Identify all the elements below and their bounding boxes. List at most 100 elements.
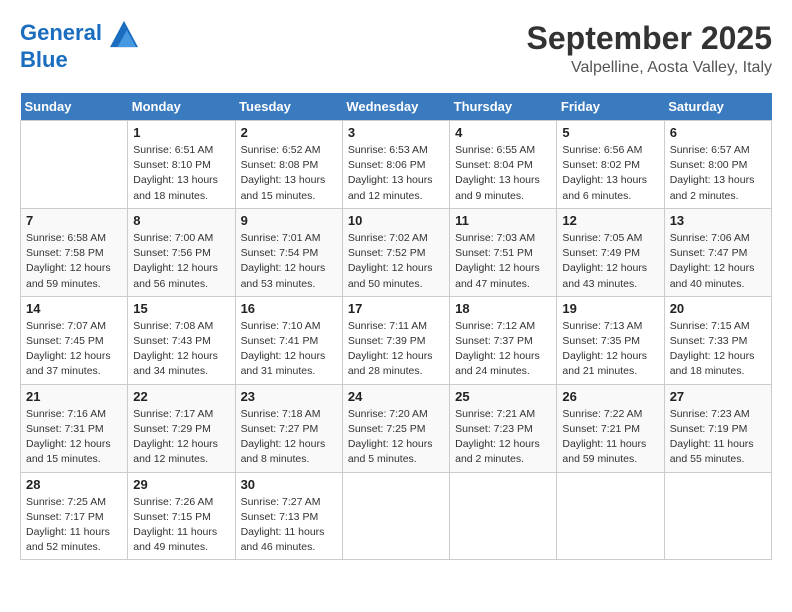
calendar-cell: 13 Sunrise: 7:06 AMSunset: 7:47 PMDayligh… xyxy=(664,208,771,296)
calendar-cell: 2Sunrise: 6:52 AMSunset: 8:08 PMDaylight… xyxy=(235,121,342,209)
day-info: Sunrise: 7:22 AMSunset: 7:21 PMDaylight:… xyxy=(562,407,658,468)
header-sunday: Sunday xyxy=(21,93,128,121)
calendar-cell: 19 Sunrise: 7:13 AMSunset: 7:35 PMDayligh… xyxy=(557,296,664,384)
calendar-table: SundayMondayTuesdayWednesdayThursdayFrid… xyxy=(20,93,772,560)
calendar-cell: 25Sunrise: 7:21 AMSunset: 7:23 PMDayligh… xyxy=(450,384,557,472)
calendar-cell: 1 Sunrise: 6:51 AMSunset: 8:10 PMDaylight… xyxy=(128,121,235,209)
week-row-3: 14Sunrise: 7:07 AMSunset: 7:45 PMDayligh… xyxy=(21,296,772,384)
week-row-2: 7 Sunrise: 6:58 AMSunset: 7:58 PMDaylight… xyxy=(21,208,772,296)
day-number: 13 xyxy=(670,213,766,228)
calendar-cell: 28 Sunrise: 7:25 AMSunset: 7:17 PMDayligh… xyxy=(21,472,128,560)
day-number: 10 xyxy=(348,213,444,228)
calendar-cell xyxy=(557,472,664,560)
logo: General Blue xyxy=(20,20,138,72)
calendar-cell: 8Sunrise: 7:00 AMSunset: 7:56 PMDaylight… xyxy=(128,208,235,296)
day-info: Sunrise: 7:02 AMSunset: 7:52 PMDaylight:… xyxy=(348,231,444,292)
day-number: 17 xyxy=(348,301,444,316)
day-info: Sunrise: 7:23 AMSunset: 7:19 PMDaylight:… xyxy=(670,407,766,468)
calendar-cell: 17 Sunrise: 7:11 AMSunset: 7:39 PMDayligh… xyxy=(342,296,449,384)
day-number: 22 xyxy=(133,389,229,404)
calendar-cell: 30 Sunrise: 7:27 AMSunset: 7:13 PMDayligh… xyxy=(235,472,342,560)
day-number: 27 xyxy=(670,389,766,404)
day-number: 21 xyxy=(26,389,122,404)
week-row-4: 21 Sunrise: 7:16 AMSunset: 7:31 PMDayligh… xyxy=(21,384,772,472)
calendar-cell: 22 Sunrise: 7:17 AMSunset: 7:29 PMDayligh… xyxy=(128,384,235,472)
logo-blue: Blue xyxy=(20,48,138,72)
location: Valpelline, Aosta Valley, Italy xyxy=(527,59,772,77)
day-info: Sunrise: 6:53 AMSunset: 8:06 PMDaylight:… xyxy=(348,143,444,204)
day-info: Sunrise: 6:56 AMSunset: 8:02 PMDaylight:… xyxy=(562,143,658,204)
day-info: Sunrise: 7:08 AMSunset: 7:43 PMDaylight:… xyxy=(133,319,229,380)
day-info: Sunrise: 6:52 AMSunset: 8:08 PMDaylight:… xyxy=(241,143,337,204)
calendar-cell: 11Sunrise: 7:03 AMSunset: 7:51 PMDayligh… xyxy=(450,208,557,296)
day-info: Sunrise: 7:06 AMSunset: 7:47 PMDaylight:… xyxy=(670,231,766,292)
day-info: Sunrise: 7:15 AMSunset: 7:33 PMDaylight:… xyxy=(670,319,766,380)
day-number: 25 xyxy=(455,389,551,404)
day-info: Sunrise: 7:05 AMSunset: 7:49 PMDaylight:… xyxy=(562,231,658,292)
day-number: 1 xyxy=(133,125,229,140)
day-info: Sunrise: 6:58 AMSunset: 7:58 PMDaylight:… xyxy=(26,231,122,292)
calendar-cell: 7 Sunrise: 6:58 AMSunset: 7:58 PMDaylight… xyxy=(21,208,128,296)
day-number: 16 xyxy=(241,301,337,316)
day-info: Sunrise: 7:01 AMSunset: 7:54 PMDaylight:… xyxy=(241,231,337,292)
day-info: Sunrise: 6:57 AMSunset: 8:00 PMDaylight:… xyxy=(670,143,766,204)
day-number: 4 xyxy=(455,125,551,140)
calendar-cell: 5 Sunrise: 6:56 AMSunset: 8:02 PMDaylight… xyxy=(557,121,664,209)
header-friday: Friday xyxy=(557,93,664,121)
day-info: Sunrise: 7:18 AMSunset: 7:27 PMDaylight:… xyxy=(241,407,337,468)
day-number: 30 xyxy=(241,477,337,492)
calendar-cell: 12 Sunrise: 7:05 AMSunset: 7:49 PMDayligh… xyxy=(557,208,664,296)
calendar-cell xyxy=(342,472,449,560)
day-number: 24 xyxy=(348,389,444,404)
day-info: Sunrise: 7:25 AMSunset: 7:17 PMDaylight:… xyxy=(26,495,122,556)
day-number: 29 xyxy=(133,477,229,492)
header-saturday: Saturday xyxy=(664,93,771,121)
day-number: 28 xyxy=(26,477,122,492)
day-info: Sunrise: 7:16 AMSunset: 7:31 PMDaylight:… xyxy=(26,407,122,468)
month-title: September 2025 xyxy=(527,20,772,57)
calendar-cell: 14Sunrise: 7:07 AMSunset: 7:45 PMDayligh… xyxy=(21,296,128,384)
header-wednesday: Wednesday xyxy=(342,93,449,121)
calendar-cell: 16 Sunrise: 7:10 AMSunset: 7:41 PMDayligh… xyxy=(235,296,342,384)
day-number: 8 xyxy=(133,213,229,228)
day-info: Sunrise: 7:07 AMSunset: 7:45 PMDaylight:… xyxy=(26,319,122,380)
day-number: 5 xyxy=(562,125,658,140)
day-info: Sunrise: 7:10 AMSunset: 7:41 PMDaylight:… xyxy=(241,319,337,380)
calendar-cell: 21 Sunrise: 7:16 AMSunset: 7:31 PMDayligh… xyxy=(21,384,128,472)
day-number: 20 xyxy=(670,301,766,316)
week-row-1: 1 Sunrise: 6:51 AMSunset: 8:10 PMDaylight… xyxy=(21,121,772,209)
calendar-cell xyxy=(21,121,128,209)
calendar-cell: 24 Sunrise: 7:20 AMSunset: 7:25 PMDayligh… xyxy=(342,384,449,472)
calendar-cell xyxy=(664,472,771,560)
day-number: 7 xyxy=(26,213,122,228)
day-info: Sunrise: 7:20 AMSunset: 7:25 PMDaylight:… xyxy=(348,407,444,468)
day-info: Sunrise: 7:11 AMSunset: 7:39 PMDaylight:… xyxy=(348,319,444,380)
days-header-row: SundayMondayTuesdayWednesdayThursdayFrid… xyxy=(21,93,772,121)
week-row-5: 28 Sunrise: 7:25 AMSunset: 7:17 PMDayligh… xyxy=(21,472,772,560)
calendar-cell: 23Sunrise: 7:18 AMSunset: 7:27 PMDayligh… xyxy=(235,384,342,472)
calendar-cell: 3Sunrise: 6:53 AMSunset: 8:06 PMDaylight… xyxy=(342,121,449,209)
day-info: Sunrise: 7:03 AMSunset: 7:51 PMDaylight:… xyxy=(455,231,551,292)
header-thursday: Thursday xyxy=(450,93,557,121)
day-number: 26 xyxy=(562,389,658,404)
day-info: Sunrise: 7:13 AMSunset: 7:35 PMDaylight:… xyxy=(562,319,658,380)
day-info: Sunrise: 7:27 AMSunset: 7:13 PMDaylight:… xyxy=(241,495,337,556)
day-info: Sunrise: 7:17 AMSunset: 7:29 PMDaylight:… xyxy=(133,407,229,468)
calendar-cell: 20 Sunrise: 7:15 AMSunset: 7:33 PMDayligh… xyxy=(664,296,771,384)
day-info: Sunrise: 6:51 AMSunset: 8:10 PMDaylight:… xyxy=(133,143,229,204)
logo-text: General xyxy=(20,20,138,48)
day-info: Sunrise: 7:12 AMSunset: 7:37 PMDaylight:… xyxy=(455,319,551,380)
day-number: 12 xyxy=(562,213,658,228)
calendar-cell: 9 Sunrise: 7:01 AMSunset: 7:54 PMDaylight… xyxy=(235,208,342,296)
day-number: 19 xyxy=(562,301,658,316)
page-header: General Blue September 2025 Valpelline, … xyxy=(20,20,772,77)
day-info: Sunrise: 6:55 AMSunset: 8:04 PMDaylight:… xyxy=(455,143,551,204)
calendar-cell: 15Sunrise: 7:08 AMSunset: 7:43 PMDayligh… xyxy=(128,296,235,384)
calendar-cell: 4 Sunrise: 6:55 AMSunset: 8:04 PMDaylight… xyxy=(450,121,557,209)
day-number: 18 xyxy=(455,301,551,316)
day-number: 9 xyxy=(241,213,337,228)
title-block: September 2025 Valpelline, Aosta Valley,… xyxy=(527,20,772,77)
calendar-cell: 6Sunrise: 6:57 AMSunset: 8:00 PMDaylight… xyxy=(664,121,771,209)
calendar-cell: 27 Sunrise: 7:23 AMSunset: 7:19 PMDayligh… xyxy=(664,384,771,472)
calendar-cell: 10 Sunrise: 7:02 AMSunset: 7:52 PMDayligh… xyxy=(342,208,449,296)
